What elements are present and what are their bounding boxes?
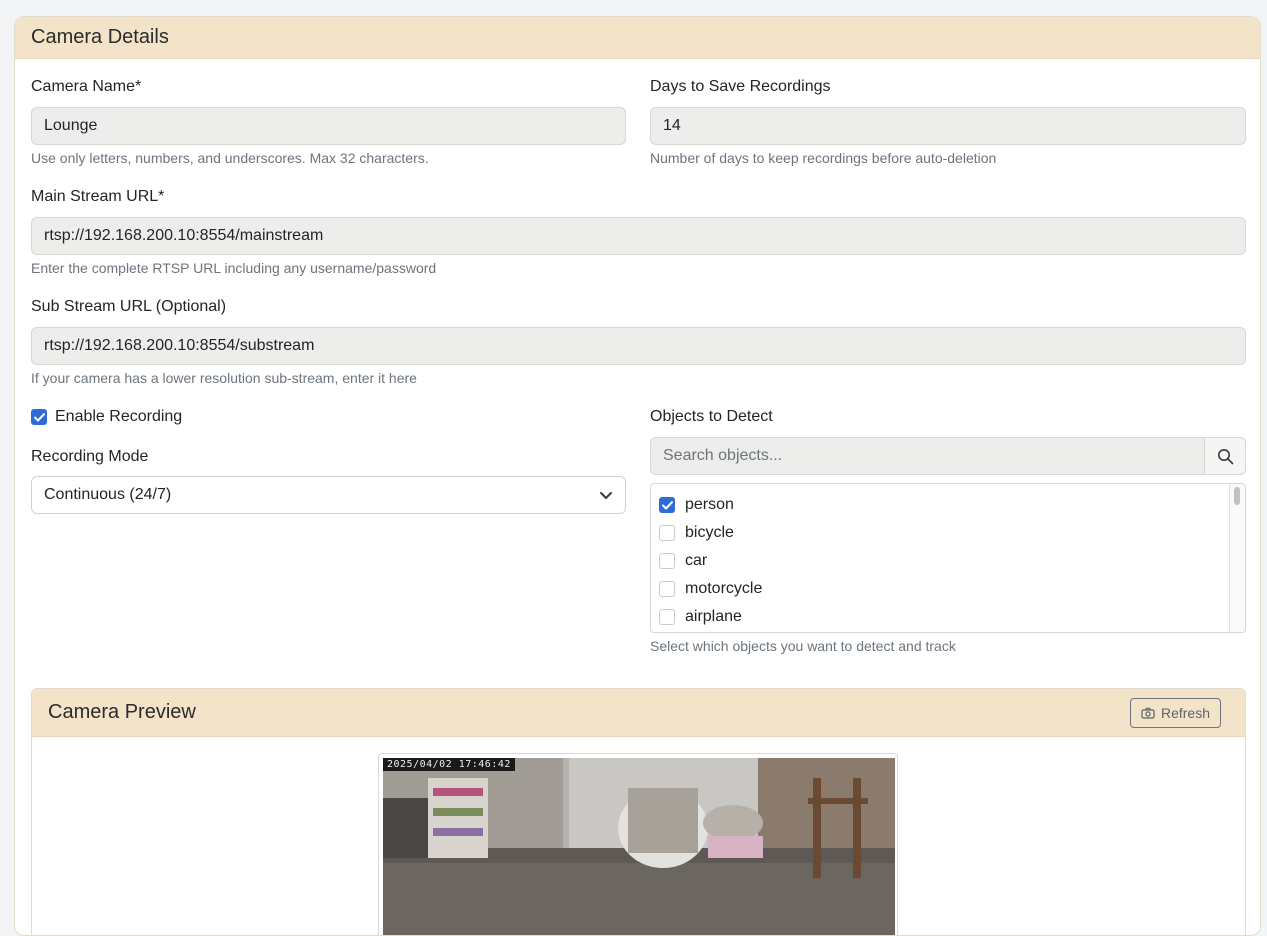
camera-name-input[interactable]: Lounge	[31, 107, 626, 145]
check-icon	[33, 412, 45, 421]
objects-scrollbar-thumb[interactable]	[1234, 487, 1240, 505]
object-checkbox[interactable]	[659, 609, 675, 625]
sub-stream-input[interactable]: rtsp://192.168.200.10:8554/substream	[31, 327, 1246, 365]
days-to-save-label: Days to Save Recordings	[650, 78, 831, 95]
object-label: bicycle	[685, 524, 734, 541]
main-stream-input[interactable]: rtsp://192.168.200.10:8554/mainstream	[31, 217, 1246, 255]
list-item[interactable]: person	[659, 496, 734, 514]
chevron-down-icon	[600, 491, 612, 499]
list-item[interactable]: airplane	[659, 608, 742, 626]
object-label: motorcycle	[685, 580, 763, 597]
days-to-save-help: Number of days to keep recordings before…	[650, 150, 997, 166]
object-label: airplane	[685, 608, 742, 625]
objects-scrollbar[interactable]	[1229, 484, 1245, 632]
camera-details-card: Camera Details Camera Name* Lounge Use o…	[14, 16, 1261, 936]
list-item[interactable]: motorcycle	[659, 580, 762, 598]
check-icon	[661, 500, 673, 509]
object-checkbox[interactable]	[659, 497, 675, 513]
card-title: Camera Details	[15, 17, 1260, 59]
list-item[interactable]: bicycle	[659, 524, 734, 542]
sub-stream-help: If your camera has a lower resolution su…	[31, 370, 417, 386]
refresh-button[interactable]: Refresh	[1129, 697, 1221, 728]
main-stream-label: Main Stream URL*	[31, 188, 165, 205]
objects-list: person bicycle car motorcycle airplane	[650, 483, 1246, 633]
camera-name-label: Camera Name*	[31, 78, 142, 95]
object-label: car	[685, 552, 708, 569]
camera-icon	[1141, 707, 1155, 719]
main-stream-help: Enter the complete RTSP URL including an…	[31, 260, 437, 276]
objects-search-group: Search objects...	[650, 437, 1246, 475]
objects-search-button[interactable]	[1205, 437, 1246, 475]
sub-stream-label: Sub Stream URL (Optional)	[31, 298, 227, 315]
objects-label: Objects to Detect	[650, 408, 773, 425]
objects-search-placeholder: Search objects...	[663, 447, 783, 464]
camera-preview-header: Camera Preview Refresh	[32, 689, 1245, 737]
camera-snapshot-art	[383, 758, 895, 935]
object-checkbox[interactable]	[659, 525, 675, 541]
enable-recording-checkbox[interactable]	[31, 409, 47, 425]
objects-help: Select which objects you want to detect …	[650, 638, 956, 654]
camera-name-help: Use only letters, numbers, and underscor…	[31, 150, 429, 166]
camera-preview-frame: 2025/04/02 17:46:42	[378, 753, 898, 935]
camera-preview-title: Camera Preview	[48, 701, 196, 723]
object-checkbox[interactable]	[659, 581, 675, 597]
list-item[interactable]: car	[659, 552, 707, 570]
camera-snapshot: 2025/04/02 17:46:42	[383, 758, 895, 935]
recording-mode-label: Recording Mode	[31, 448, 149, 465]
object-label: person	[685, 496, 734, 513]
days-to-save-input[interactable]: 14	[650, 107, 1246, 145]
recording-mode-select[interactable]: Continuous (24/7)	[31, 476, 626, 514]
object-checkbox[interactable]	[659, 553, 675, 569]
objects-search-input[interactable]: Search objects...	[650, 437, 1205, 475]
recording-mode-value: Continuous (24/7)	[44, 486, 172, 503]
enable-recording-row[interactable]: Enable Recording	[31, 408, 182, 426]
search-icon	[1217, 448, 1233, 464]
snapshot-timestamp: 2025/04/02 17:46:42	[383, 758, 515, 771]
refresh-label: Refresh	[1160, 704, 1210, 721]
enable-recording-label: Enable Recording	[55, 408, 183, 425]
camera-preview-panel: Camera Preview Refresh 2025/04/02 17:46:…	[31, 688, 1246, 935]
